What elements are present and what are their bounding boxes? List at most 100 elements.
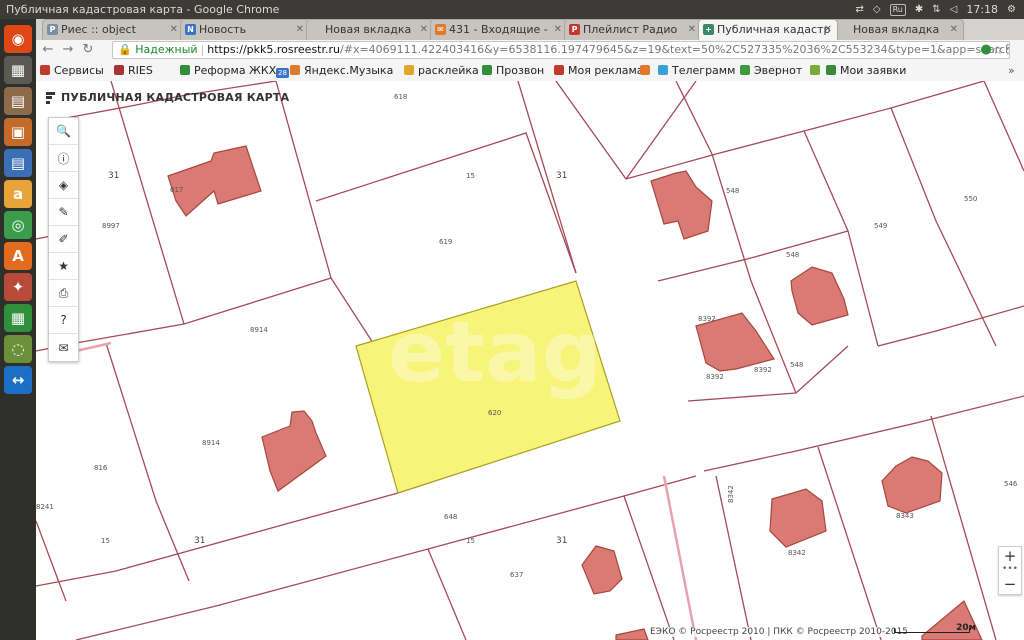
parcel-boundary	[110, 81, 185, 325]
tab-close-icon[interactable]: ✕	[824, 20, 832, 40]
evernote-extension-icon[interactable]: ●	[978, 41, 994, 59]
bookmark-2[interactable]: RIES	[114, 61, 153, 81]
calculator-icon[interactable]: ▦	[4, 56, 32, 84]
libreoffice-writer-icon[interactable]: ▤	[4, 149, 32, 177]
bookmark-12[interactable]	[810, 61, 824, 81]
bookmark-favicon-icon	[290, 65, 300, 75]
bookmark-1[interactable]: Сервисы	[40, 61, 104, 81]
address-bar[interactable]: 🔒 Надежный | https://pkk5.rosreestr.ru/#x=…	[112, 41, 1010, 59]
tab-close-icon[interactable]: ✕	[554, 20, 562, 40]
zoom-out-button[interactable]: −	[999, 575, 1021, 594]
bookmarks-overflow-icon[interactable]: »	[1008, 61, 1015, 81]
bookmark-3[interactable]: Реформа ЖКХ	[180, 61, 276, 81]
scale-bar: 20м	[894, 623, 976, 633]
dropbox-tray-icon[interactable]: ◇	[873, 0, 881, 19]
parcel-label: 550	[964, 195, 977, 203]
tab-close-icon[interactable]: ✕	[296, 20, 304, 40]
tab-2[interactable]: N Новость ✕	[180, 19, 310, 40]
bookmark-7[interactable]: Прозвон	[482, 61, 544, 81]
tab-3[interactable]: Новая вкладка ✕	[306, 19, 434, 40]
bookmark-9[interactable]	[640, 61, 654, 81]
chrome-icon[interactable]: ◎	[4, 211, 32, 239]
tab-close-icon[interactable]: ✕	[420, 20, 428, 40]
libreoffice-impress-icon[interactable]: ▣	[4, 118, 32, 146]
print-icon[interactable]: ⎙	[49, 280, 78, 307]
network-icon[interactable]: ⇅	[932, 0, 940, 19]
bookmark-10[interactable]: Телеграмм	[658, 61, 735, 81]
help-icon[interactable]: ?	[49, 307, 78, 334]
teamviewer-tray-icon[interactable]: ⇄	[855, 0, 863, 19]
tab-close-icon[interactable]: ✕	[688, 20, 696, 40]
parcel-label: 8914	[202, 439, 220, 447]
keyboard-layout-indicator[interactable]: Ru	[889, 3, 906, 16]
files-icon[interactable]: ▤	[4, 87, 32, 115]
tab-close-icon[interactable]: ✕	[170, 20, 178, 40]
back-arrow-icon[interactable]: ←	[40, 41, 56, 59]
bookmark-13[interactable]: Мои заявки	[826, 61, 906, 81]
bookmark-6[interactable]: расклейка	[404, 61, 479, 81]
teamviewer-icon[interactable]: ↔	[4, 366, 32, 394]
bookmark-label: расклейка	[418, 64, 479, 77]
building[interactable]	[790, 266, 849, 326]
mail-icon[interactable]: ✉	[49, 334, 78, 361]
tab-4[interactable]: ✉ 431 - Входящие - ✕	[430, 19, 568, 40]
clock[interactable]: 17:18	[966, 0, 998, 19]
scale-label: 20м	[956, 623, 976, 633]
building[interactable]	[167, 145, 262, 217]
window-title: Публичная кадастровая карта - Google Chr…	[6, 3, 280, 16]
favorites-icon[interactable]: ★	[49, 253, 78, 280]
parcel-label: 618	[394, 93, 407, 101]
tab-1[interactable]: Р Риес :: object ✕	[42, 19, 184, 40]
building[interactable]	[881, 456, 943, 514]
building[interactable]	[921, 600, 983, 640]
tab-6[interactable]: + Публичная кадастр ✕	[698, 19, 838, 40]
map-title-text: ПУБЛИЧНАЯ КАДАСТРОВАЯ КАРТА	[61, 91, 290, 104]
parcel-label: 15	[466, 537, 475, 545]
info-icon[interactable]: ⓘ	[49, 145, 78, 172]
search-icon[interactable]: 🔍	[49, 118, 78, 145]
bookmark-label: Реформа ЖКХ	[194, 64, 277, 77]
building[interactable]	[581, 545, 623, 595]
building[interactable]	[650, 170, 713, 240]
building[interactable]	[261, 410, 327, 492]
building[interactable]	[615, 628, 649, 640]
measure-icon[interactable]: ✐	[49, 226, 78, 253]
bookmark-5[interactable]: Яндекс.Музыка	[290, 61, 393, 81]
forward-arrow-icon[interactable]: →	[60, 41, 76, 59]
power-gear-icon[interactable]: ⚙	[1007, 0, 1016, 19]
bookmark-11[interactable]: Эвернот	[740, 61, 802, 81]
tab-close-icon[interactable]: ✕	[950, 20, 958, 40]
map-canvas[interactable]: etagi 618 31 617 8997 619 15 31 548 549 …	[36, 81, 1024, 640]
tab-label: Новость	[199, 23, 247, 36]
parcel-label: 8392	[698, 315, 716, 323]
zoom-level-dots[interactable]: •••	[999, 565, 1021, 575]
parcel-label: 816	[94, 464, 108, 472]
parcel-label: 548	[790, 361, 803, 369]
image-viewer-icon[interactable]: ◌	[4, 335, 32, 363]
bluetooth-icon[interactable]: ✱	[915, 0, 923, 19]
parcel-label: 548	[726, 187, 739, 195]
libreoffice-calc-icon[interactable]: ▦	[4, 304, 32, 332]
software-center-icon[interactable]: A	[4, 242, 32, 270]
parcel-boundary	[315, 132, 577, 274]
bookmark-label: Сервисы	[54, 64, 104, 77]
chrome-menu-icon[interactable]: ⋮	[1000, 41, 1016, 59]
draw-icon[interactable]: ✎	[49, 199, 78, 226]
lock-icon: 🔒	[118, 43, 132, 56]
reload-icon[interactable]: ↻	[80, 41, 96, 59]
tab-5[interactable]: P Плейлист Радио ✕	[564, 19, 702, 40]
map-toolbar: 🔍 ⓘ ◈ ✎ ✐ ★ ⎙? ✉	[48, 117, 79, 362]
building[interactable]	[769, 488, 827, 548]
parcel-boundary	[983, 81, 1024, 172]
bookmark-8[interactable]: Моя реклама	[554, 61, 644, 81]
bookmark-favicon-icon	[482, 65, 492, 75]
bookmark-favicon-icon	[40, 65, 50, 75]
volume-icon[interactable]: ◁	[950, 0, 958, 19]
amazon-icon[interactable]: a	[4, 180, 32, 208]
cadastral-map[interactable]: etagi 618 31 617 8997 619 15 31 548 549 …	[36, 81, 1024, 640]
system-settings-icon[interactable]: ✦	[4, 273, 32, 301]
tab-7[interactable]: Новая вкладка ✕	[834, 19, 964, 40]
layers-icon[interactable]: ◈	[49, 172, 78, 199]
ubuntu-dash-icon[interactable]: ◉	[4, 25, 32, 53]
map-title: ПУБЛИЧНАЯ КАДАСТРОВАЯ КАРТА	[46, 91, 289, 104]
